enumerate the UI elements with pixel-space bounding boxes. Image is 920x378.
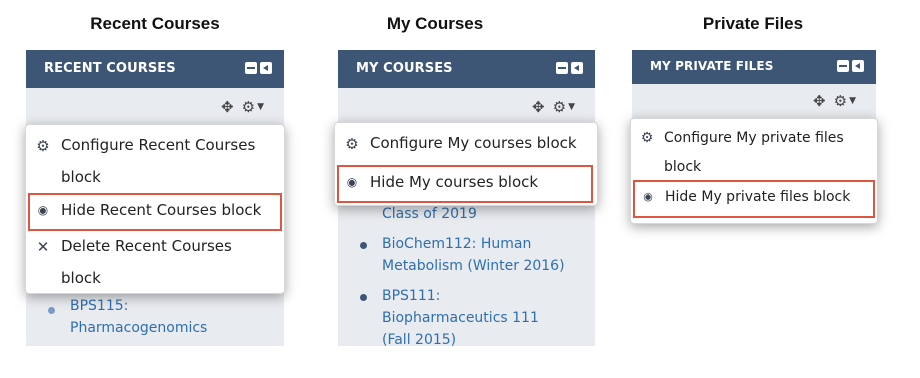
block-actions: ✥ ⚙ ▼: [221, 98, 264, 116]
menu-item-hide[interactable]: ◉ Hide Recent Courses block: [28, 193, 282, 231]
move-icon[interactable]: ✥: [221, 98, 234, 116]
block-action-menu: ⚙ Configure My private files block ◉ Hid…: [630, 118, 878, 224]
move-icon[interactable]: ✥: [813, 92, 826, 110]
gear-icon[interactable]: ⚙: [553, 98, 566, 116]
panel-title: My Courses: [386, 14, 484, 33]
course-link-cont[interactable]: Metabolism (Winter 2016): [382, 258, 565, 274]
eye-icon: ◉: [37, 203, 49, 217]
course-link-cont[interactable]: Pharmacogenomics: [70, 320, 207, 336]
menu-item-delete[interactable]: ✕ Delete Recent Courses block: [26, 229, 284, 289]
dock-icon[interactable]: [852, 60, 864, 72]
close-icon: ✕: [36, 238, 50, 256]
menu-item-configure[interactable]: ⚙ Configure My private files block: [631, 125, 877, 181]
gear-icon: ⚙: [36, 137, 50, 155]
block-action-menu: ⚙ Configure My courses block ◉ Hide My c…: [334, 122, 598, 206]
list-item[interactable]: Class of 2019: [338, 206, 595, 228]
course-link[interactable]: Class of 2019: [382, 206, 477, 222]
list-item[interactable]: BPS115: Pharmacogenomics: [26, 298, 284, 346]
panel-title: Recent Courses: [90, 14, 220, 33]
block-actions: ✥ ⚙ ▼: [813, 92, 856, 110]
block-header: MY PRIVATE FILES: [632, 50, 876, 84]
block-actions: ✥ ⚙ ▼: [532, 98, 575, 116]
eye-icon: ◉: [643, 190, 653, 203]
gear-icon[interactable]: ⚙: [242, 98, 255, 116]
gear-icon[interactable]: ⚙: [834, 92, 847, 110]
minimize-icon[interactable]: [245, 62, 257, 74]
block-header-title: RECENT COURSES: [44, 61, 176, 76]
block-header-title: MY COURSES: [356, 61, 453, 76]
bullet: [48, 307, 55, 314]
chevron-down-icon[interactable]: ▼: [849, 96, 856, 106]
course-link[interactable]: BioChem112: Human: [382, 236, 531, 252]
gear-icon: ⚙: [345, 135, 359, 153]
eye-icon: ◉: [346, 175, 358, 189]
minimize-icon[interactable]: [837, 60, 849, 72]
panel-private-files: Private Files MY PRIVATE FILES ✥ ⚙ ▼ ⚙ C…: [630, 0, 878, 378]
dock-icon[interactable]: [571, 62, 583, 74]
course-link-cont[interactable]: (Fall 2015): [382, 332, 456, 346]
move-icon[interactable]: ✥: [532, 98, 545, 116]
block-header: RECENT COURSES: [26, 50, 284, 88]
bullet: [360, 242, 367, 249]
course-link-cont[interactable]: Biopharmaceutics 111: [382, 310, 539, 326]
panel-title: Private Files: [702, 14, 804, 33]
menu-item-hide[interactable]: ◉ Hide My private files block: [633, 180, 875, 218]
course-link[interactable]: BPS111:: [382, 288, 440, 304]
chevron-down-icon[interactable]: ▼: [257, 102, 264, 112]
bullet: [360, 294, 367, 301]
list-item[interactable]: BioChem112: Human Metabolism (Winter 201…: [338, 236, 595, 282]
menu-item-configure[interactable]: ⚙ Configure Recent Courses block: [26, 131, 284, 195]
list-item[interactable]: BPS111: Biopharmaceutics 111 (Fall 2015): [338, 288, 595, 346]
dock-icon[interactable]: [260, 62, 272, 74]
block-header: MY COURSES: [338, 50, 595, 88]
private-files-block: MY PRIVATE FILES ✥ ⚙ ▼: [632, 50, 876, 120]
panel-recent-courses: Recent Courses RECENT COURSES ✥ ⚙ ▼ BPS1…: [25, 0, 285, 378]
course-list: BPS115: Pharmacogenomics: [26, 298, 284, 346]
course-list: Class of 2019 BioChem112: Human Metaboli…: [338, 206, 595, 346]
block-action-menu: ⚙ Configure Recent Courses block ◉ Hide …: [25, 124, 285, 294]
menu-item-hide[interactable]: ◉ Hide My courses block: [337, 165, 593, 203]
block-header-title: MY PRIVATE FILES: [650, 59, 774, 73]
minimize-icon[interactable]: [556, 62, 568, 74]
chevron-down-icon[interactable]: ▼: [568, 102, 575, 112]
course-link[interactable]: BPS115:: [70, 298, 128, 314]
panel-my-courses: My Courses MY COURSES ✥ ⚙ ▼ Class of 201…: [330, 0, 600, 378]
menu-item-configure[interactable]: ⚙ Configure My courses block: [335, 129, 597, 163]
gear-icon: ⚙: [640, 130, 654, 146]
